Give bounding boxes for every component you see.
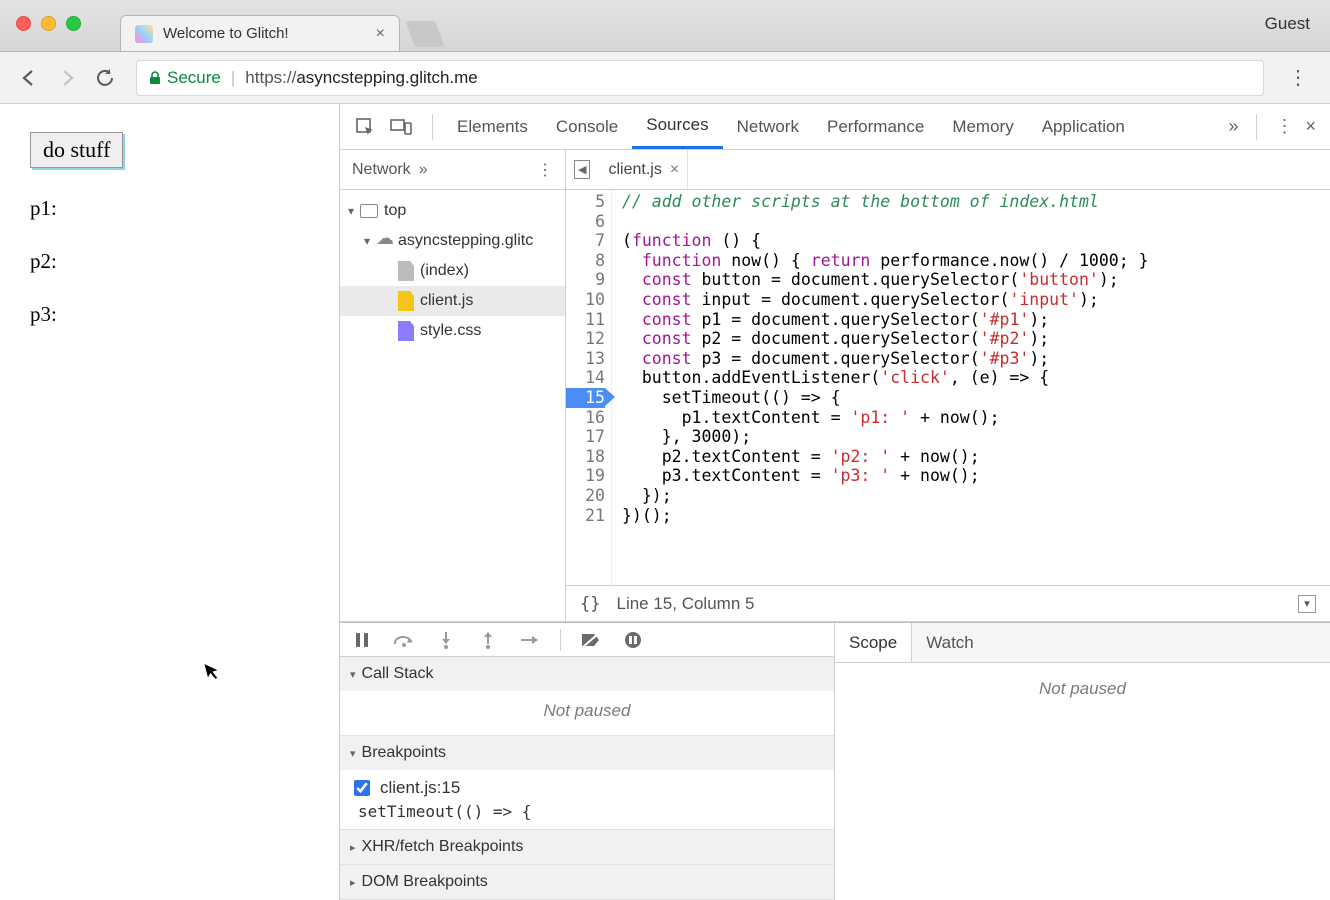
- devtools-menu-icon[interactable]: ⋮: [1275, 116, 1293, 137]
- close-file-icon[interactable]: ×: [670, 161, 679, 179]
- inspect-element-icon[interactable]: [350, 112, 380, 142]
- do-stuff-button[interactable]: do stuff: [30, 132, 123, 168]
- js-file-icon: [398, 291, 414, 311]
- favicon-icon: [135, 25, 153, 43]
- tree-file-clientjs[interactable]: client.js: [340, 286, 565, 316]
- device-toolbar-icon[interactable]: [386, 112, 416, 142]
- p2-text: p2:: [30, 249, 309, 274]
- p3-text: p3:: [30, 302, 309, 327]
- step-out-icon[interactable]: [476, 628, 500, 652]
- window-titlebar: Welcome to Glitch! × Guest: [0, 0, 1330, 52]
- code-area[interactable]: // add other scripts at the bottom of in…: [612, 190, 1149, 585]
- css-file-icon: [398, 321, 414, 341]
- cursor-position: Line 15, Column 5: [616, 594, 754, 614]
- tab-sources[interactable]: Sources: [632, 104, 722, 149]
- tree-top-frame[interactable]: top: [340, 196, 565, 226]
- dom-breakpoints-header[interactable]: ▸DOM Breakpoints: [340, 865, 834, 899]
- navigator-menu-icon[interactable]: ⋮: [537, 160, 553, 180]
- step-over-icon[interactable]: [392, 628, 416, 652]
- close-window-button[interactable]: [16, 16, 31, 31]
- pause-on-exceptions-icon[interactable]: [621, 628, 645, 652]
- tab-memory[interactable]: Memory: [938, 104, 1027, 149]
- tab-title: Welcome to Glitch!: [163, 25, 366, 42]
- browser-menu-icon[interactable]: ⋮: [1278, 65, 1318, 90]
- tab-performance[interactable]: Performance: [813, 104, 938, 149]
- document-icon: [398, 261, 414, 281]
- pretty-print-icon[interactable]: {}: [580, 594, 600, 614]
- step-icon[interactable]: [518, 628, 542, 652]
- tab-elements[interactable]: Elements: [443, 104, 542, 149]
- toggle-navigator-icon[interactable]: ◀: [574, 160, 590, 179]
- back-button[interactable]: [12, 61, 46, 95]
- close-devtools-icon[interactable]: ×: [1301, 116, 1320, 137]
- breakpoint-code: setTimeout(() => {: [354, 798, 820, 821]
- forward-button: [50, 61, 84, 95]
- navigator-more-tabs-icon[interactable]: »: [419, 161, 428, 179]
- editor-tab-clientjs[interactable]: client.js ×: [600, 150, 688, 189]
- breakpoint-location: client.js:15: [380, 778, 460, 798]
- scope-tab[interactable]: Scope: [835, 623, 912, 662]
- tab-application[interactable]: Application: [1028, 104, 1139, 149]
- line-gutter[interactable]: 56789101112131415161718192021: [566, 190, 612, 585]
- xhr-breakpoints-header[interactable]: ▸XHR/fetch Breakpoints: [340, 830, 834, 864]
- call-stack-status: Not paused: [340, 691, 834, 735]
- cloud-icon: [376, 231, 392, 251]
- debugger-drawer: ▾Call Stack Not paused ▾Breakpoints clie…: [340, 622, 1330, 900]
- navigator-tab-network[interactable]: Network: [352, 161, 411, 179]
- statusbar-dropdown-icon[interactable]: ▾: [1298, 595, 1316, 613]
- deactivate-breakpoints-icon[interactable]: [579, 628, 603, 652]
- zoom-window-button[interactable]: [66, 16, 81, 31]
- lock-icon: [149, 71, 161, 85]
- tree-domain[interactable]: asyncstepping.glitc: [340, 226, 565, 256]
- breakpoints-header[interactable]: ▾Breakpoints: [340, 736, 834, 770]
- debugger-toolbar: [340, 623, 834, 657]
- secure-label: Secure: [167, 68, 221, 88]
- close-tab-icon[interactable]: ×: [376, 25, 385, 43]
- tree-file-stylecss[interactable]: style.css: [340, 316, 565, 346]
- breakpoint-checkbox[interactable]: [354, 780, 370, 796]
- frame-icon: [360, 204, 378, 218]
- p1-text: p1:: [30, 196, 309, 221]
- browser-toolbar: Secure | https://asyncstepping.glitch.me…: [0, 52, 1330, 104]
- tab-network[interactable]: Network: [723, 104, 813, 149]
- devtools: Elements Console Sources Network Perform…: [340, 104, 1330, 900]
- secure-indicator: Secure: [149, 68, 221, 88]
- profile-label[interactable]: Guest: [1265, 14, 1310, 34]
- tree-file-index[interactable]: (index): [340, 256, 565, 286]
- cursor-icon: [202, 658, 223, 683]
- new-tab-button[interactable]: [405, 21, 444, 47]
- scope-status: Not paused: [835, 663, 1330, 900]
- step-into-icon[interactable]: [434, 628, 458, 652]
- url-text: https://asyncstepping.glitch.me: [245, 68, 477, 88]
- reload-button[interactable]: [88, 61, 122, 95]
- browser-tab[interactable]: Welcome to Glitch! ×: [120, 15, 400, 51]
- editor-statusbar: {} Line 15, Column 5 ▾: [566, 585, 1330, 621]
- pause-icon[interactable]: [350, 628, 374, 652]
- breakpoint-item[interactable]: client.js:15: [354, 778, 820, 798]
- traffic-lights: [16, 16, 81, 31]
- watch-tab[interactable]: Watch: [912, 623, 988, 662]
- tab-console[interactable]: Console: [542, 104, 632, 149]
- minimize-window-button[interactable]: [41, 16, 56, 31]
- devtools-tabstrip: Elements Console Sources Network Perform…: [340, 104, 1330, 150]
- call-stack-header[interactable]: ▾Call Stack: [340, 657, 834, 691]
- sources-navigator: Network » ⋮ top asyncstepping.glitc (ind…: [340, 150, 566, 621]
- address-bar[interactable]: Secure | https://asyncstepping.glitch.me: [136, 60, 1264, 96]
- source-editor: ◀ client.js × 56789101112131415161718192…: [566, 150, 1330, 621]
- more-tabs-icon[interactable]: »: [1228, 116, 1238, 137]
- rendered-page: do stuff p1: p2: p3:: [0, 104, 340, 900]
